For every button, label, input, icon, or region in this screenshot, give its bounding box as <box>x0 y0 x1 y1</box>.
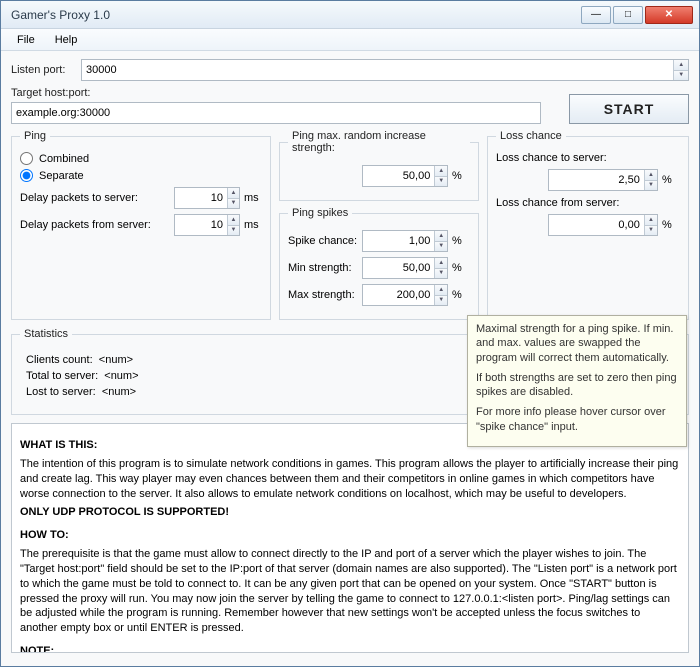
target-input-wrap <box>11 102 541 124</box>
ping-spikes-group: Ping spikes Spike chance:▲▼% Min strengt… <box>279 207 479 320</box>
lost-to-label: Lost to server: <box>26 386 96 398</box>
delay-to-server-spin[interactable]: ▲▼ <box>227 188 239 208</box>
menu-file[interactable]: File <box>7 32 45 48</box>
loss-to-label: Loss chance to server: <box>496 152 680 164</box>
ping-group: Ping Combined Separate Delay packets to … <box>11 130 271 320</box>
loss-from-spin[interactable]: ▲▼ <box>644 215 657 235</box>
ping-separate-label: Separate <box>39 170 84 182</box>
listen-port-spinner[interactable]: ▲▼ <box>673 60 688 80</box>
lost-to-value: <num> <box>102 386 136 398</box>
loss-to-input[interactable] <box>549 170 644 190</box>
delay-to-server-input[interactable] <box>175 188 227 208</box>
ping-combined-label: Combined <box>39 153 89 165</box>
listen-port-label: Listen port: <box>11 64 75 76</box>
spike-min-input[interactable] <box>363 258 434 278</box>
listen-port-input-wrap: ▲▼ <box>81 59 689 81</box>
stats-legend: Statistics <box>20 328 72 340</box>
app-window: Gamer's Proxy 1.0 — □ ✕ File Help Listen… <box>0 0 700 667</box>
start-button[interactable]: START <box>569 94 689 124</box>
window-buttons: — □ ✕ <box>579 6 693 24</box>
ping-max-input[interactable] <box>363 166 434 186</box>
loss-from-label: Loss chance from server: <box>496 197 680 209</box>
help-h3: NOTE: <box>20 644 680 653</box>
tooltip-p2: If both strengths are set to zero then p… <box>476 371 678 400</box>
loss-group: Loss chance Loss chance to server: ▲▼% L… <box>487 130 689 320</box>
help-p2: The prerequisite is that the game must a… <box>20 547 680 636</box>
delay-from-server-input[interactable] <box>175 215 227 235</box>
spike-min-spin[interactable]: ▲▼ <box>434 258 447 278</box>
target-host-input[interactable] <box>12 103 540 123</box>
ping-spikes-legend: Ping spikes <box>288 207 352 219</box>
clients-value: <num> <box>99 354 133 366</box>
delay-to-server-label: Delay packets to server: <box>20 192 174 204</box>
ms-unit: ms <box>244 192 262 204</box>
ms-unit-2: ms <box>244 219 262 231</box>
ping-max-group: Ping max. random increase strength: ▲▼ % <box>279 130 479 201</box>
spike-max-input[interactable] <box>363 285 434 305</box>
delay-from-server-spin[interactable]: ▲▼ <box>227 215 239 235</box>
loss-to-spin[interactable]: ▲▼ <box>644 170 657 190</box>
total-to-label: Total to server: <box>26 370 98 382</box>
pct-unit: % <box>452 170 470 182</box>
minimize-button[interactable]: — <box>581 6 611 24</box>
ping-max-legend: Ping max. random increase strength: <box>288 130 470 154</box>
titlebar: Gamer's Proxy 1.0 — □ ✕ <box>1 1 699 29</box>
spike-min-label: Min strength: <box>288 262 362 274</box>
ping-legend: Ping <box>20 130 50 142</box>
menu-help[interactable]: Help <box>45 32 88 48</box>
target-label: Target host:port: <box>11 87 563 99</box>
tooltip-p1: Maximal strength for a ping spike. If mi… <box>476 322 678 365</box>
window-title: Gamer's Proxy 1.0 <box>7 8 579 22</box>
help-p1b: ONLY UDP PROTOCOL IS SUPPORTED! <box>20 506 229 518</box>
ping-combined-radio[interactable] <box>20 152 33 165</box>
spike-chance-label: Spike chance: <box>288 235 362 247</box>
spike-chance-spin[interactable]: ▲▼ <box>434 231 447 251</box>
clients-label: Clients count: <box>26 354 93 366</box>
loss-from-input[interactable] <box>549 215 644 235</box>
spike-chance-input[interactable] <box>363 231 434 251</box>
listen-port-input[interactable] <box>82 60 673 80</box>
menubar: File Help <box>1 29 699 51</box>
spike-max-label: Max strength: <box>288 289 362 301</box>
help-p1: The intention of this program is to simu… <box>20 457 680 502</box>
ping-max-spin[interactable]: ▲▼ <box>434 166 447 186</box>
loss-legend: Loss chance <box>496 130 566 142</box>
ping-separate-radio[interactable] <box>20 169 33 182</box>
maximize-button[interactable]: □ <box>613 6 643 24</box>
help-text-box[interactable]: WHAT IS THIS: The intention of this prog… <box>11 423 689 653</box>
tooltip-max-strength: Maximal strength for a ping spike. If mi… <box>467 315 687 447</box>
total-to-value: <num> <box>104 370 138 382</box>
close-button[interactable]: ✕ <box>645 6 693 24</box>
spike-max-spin[interactable]: ▲▼ <box>434 285 447 305</box>
delay-from-server-label: Delay packets from server: <box>20 219 174 231</box>
help-h2: HOW TO: <box>20 528 680 543</box>
tooltip-p3: For more info please hover cursor over "… <box>476 405 678 434</box>
